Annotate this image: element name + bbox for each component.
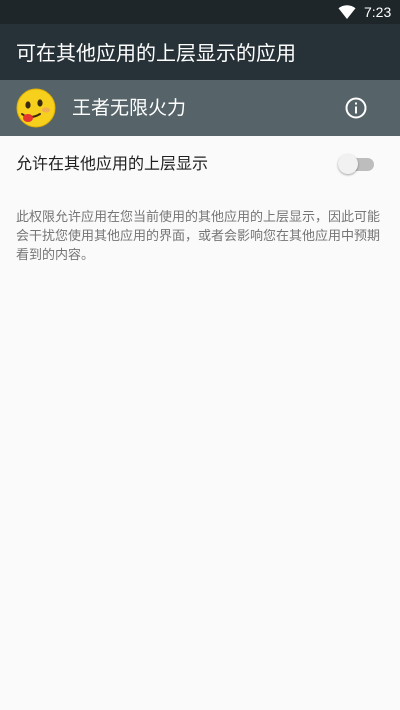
permission-description: 此权限允许应用在您当前使用的其他应用的上层显示，因此可能会干扰您使用其他应用的界… bbox=[16, 210, 381, 263]
permit-overlay-toggle[interactable] bbox=[338, 153, 376, 175]
page-title: 可在其他应用的上层显示的应用 bbox=[16, 41, 296, 65]
toolbar: 可在其他应用的上层显示的应用 bbox=[0, 24, 400, 80]
toggle-thumb bbox=[338, 154, 358, 174]
permit-overlay-label: 允许在其他应用的上层显示 bbox=[16, 154, 209, 173]
wifi-icon bbox=[338, 5, 356, 19]
status-time: 7:23 bbox=[364, 4, 392, 20]
permit-overlay-setting-row[interactable]: 允许在其他应用的上层显示 bbox=[0, 136, 400, 192]
status-bar: 7:23 bbox=[0, 0, 400, 24]
app-name: 王者无限火力 bbox=[72, 97, 187, 119]
app-header: 王者无限火力 bbox=[0, 80, 400, 136]
app-icon bbox=[16, 88, 56, 128]
info-icon[interactable] bbox=[344, 96, 368, 120]
